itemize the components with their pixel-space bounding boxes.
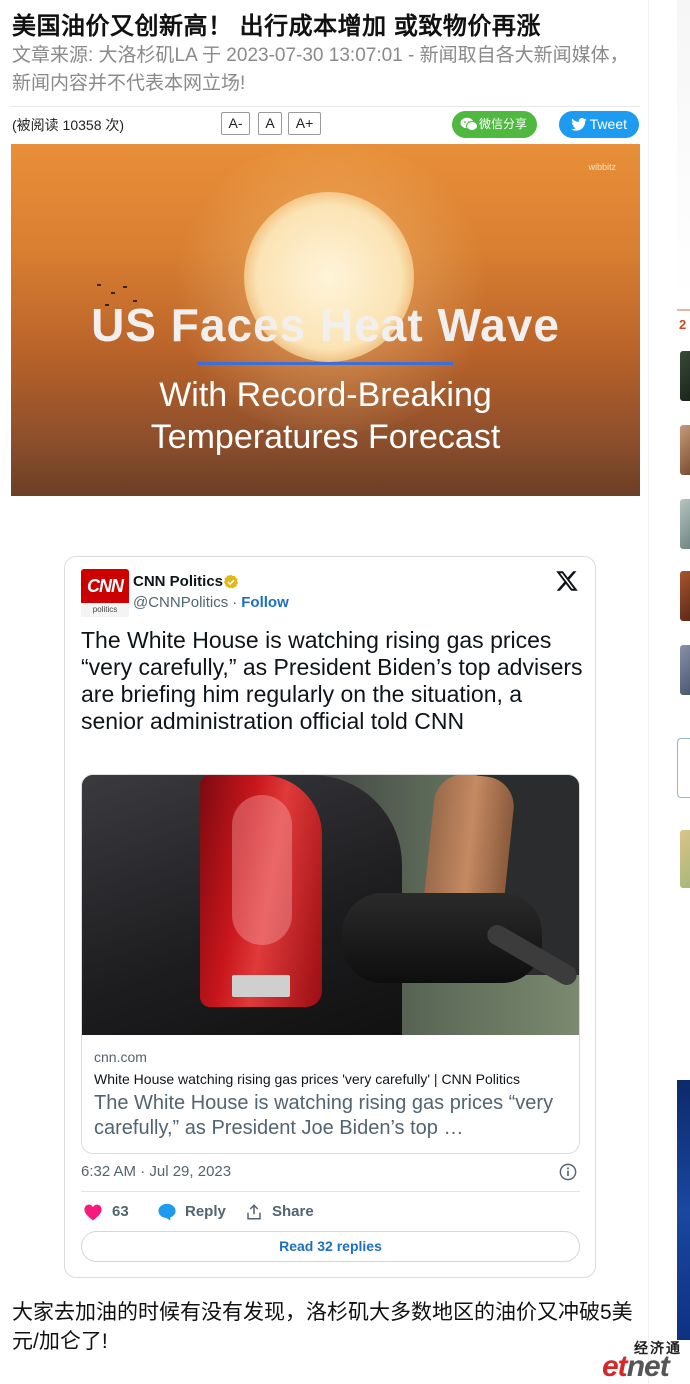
- hero-headline: US Faces Heat Wave: [91, 299, 560, 351]
- tweet-timestamp[interactable]: 6:32 AM · Jul 29, 2023: [81, 1163, 231, 1180]
- bird: [111, 292, 115, 294]
- read-count: (被阅读 10358 次): [12, 117, 125, 133]
- x-logo-icon[interactable]: [555, 569, 579, 593]
- article-toolbar: (被阅读 10358 次) A- A A+ 微信分享 Tweet: [10, 106, 640, 140]
- article-source-meta: 文章来源: 大洛杉矶LA 于 2023-07-30 13:07:01 - 新闻取…: [12, 45, 629, 94]
- hero-subline-1: With Record-Breaking: [159, 376, 492, 414]
- right-sidebar: 2: [648, 0, 690, 1384]
- heart-icon: [84, 1204, 102, 1221]
- link-title[interactable]: White House watching rising gas prices '…: [94, 1071, 520, 1087]
- tweet-text: The White House is watching rising gas p…: [81, 627, 583, 734]
- reply-bubble-icon: [158, 1203, 176, 1221]
- verified-badge-icon: [223, 574, 239, 589]
- tweet-button[interactable]: Tweet: [559, 111, 639, 138]
- etnet-logo-english: etnet: [602, 1350, 670, 1384]
- article: 美国油价又创新高！ 出行成本增加 或致物价再涨 文章来源: 大洛杉矶LA 于 2…: [0, 0, 648, 1384]
- like-action[interactable]: 63: [83, 1202, 143, 1222]
- car-plate-area: [232, 975, 290, 997]
- sidebar-banner: [677, 0, 690, 300]
- reply-action[interactable]: Reply: [157, 1202, 237, 1222]
- link-preview-card[interactable]: cnn.com White House watching rising gas …: [81, 774, 580, 1154]
- video-watermark: wibbitz: [588, 162, 616, 172]
- account-handle-line: @CNNPolitics · Follow: [133, 594, 289, 611]
- wechat-icon: [460, 117, 478, 131]
- sidebar-thumbnail[interactable]: [680, 645, 690, 695]
- gas-pump-photo: [82, 775, 579, 1035]
- font-decrease-button[interactable]: A-: [221, 112, 250, 135]
- reply-label: Reply: [185, 1203, 226, 1220]
- wechat-share-button[interactable]: 微信分享: [452, 111, 537, 138]
- etnet-logo-et: et: [602, 1350, 628, 1383]
- sidebar-rank-number: 2: [677, 309, 690, 339]
- sidebar-box[interactable]: [677, 738, 690, 798]
- embedded-tweet[interactable]: CNN politics CNN Politics @CNNPolitics · F…: [64, 556, 596, 1278]
- read-replies-button[interactable]: Read 32 replies: [81, 1231, 580, 1262]
- sidebar-thumbnail[interactable]: [680, 830, 690, 888]
- font-reset-button[interactable]: A: [258, 112, 282, 135]
- follow-button[interactable]: Follow: [241, 594, 289, 611]
- cnn-politics-avatar[interactable]: CNN politics: [81, 569, 129, 617]
- sidebar-thumbnail[interactable]: [680, 351, 690, 401]
- hero-divider: [197, 362, 453, 365]
- tail-light-reflection: [232, 795, 292, 945]
- sidebar-thumbnail[interactable]: [680, 571, 690, 621]
- sidebar-thumbnail[interactable]: [680, 499, 690, 549]
- account-name[interactable]: CNN Politics: [133, 573, 223, 590]
- cnn-logo-text: CNN: [87, 576, 124, 596]
- share-icon: [247, 1204, 261, 1220]
- info-icon[interactable]: [559, 1163, 577, 1181]
- bird: [97, 284, 101, 286]
- hero-image-heat-wave: wibbitz US Faces Heat Wave With Record-B…: [11, 144, 640, 496]
- sidebar-thumbnail[interactable]: [680, 425, 690, 475]
- divider: [81, 1191, 580, 1192]
- wechat-share-label: 微信分享: [478, 117, 527, 131]
- like-count: 63: [112, 1203, 129, 1220]
- twitter-bird-icon: [571, 118, 587, 131]
- bird: [123, 286, 127, 288]
- etnet-logo-net: net: [626, 1350, 670, 1383]
- sidebar-ad-banner[interactable]: [677, 1080, 690, 1340]
- handle-separator: ·: [232, 594, 238, 611]
- share-action[interactable]: Share: [245, 1202, 325, 1222]
- share-label: Share: [272, 1203, 314, 1220]
- account-handle[interactable]: @CNNPolitics: [133, 594, 228, 611]
- article-body-paragraph: 大家去加油的时候有没有发现，洛杉矶大多数地区的油价又冲破5美元/加仑了!: [12, 1301, 633, 1353]
- tweet-button-label: Tweet: [589, 116, 627, 132]
- politics-logo-text: politics: [81, 603, 129, 617]
- link-description: The White House is watching rising gas p…: [94, 1092, 554, 1139]
- article-title: 美国油价又创新高！ 出行成本增加 或致物价再涨: [12, 13, 541, 40]
- etnet-logo: 经济通 etnet: [602, 1336, 690, 1384]
- font-increase-button[interactable]: A+: [288, 112, 321, 135]
- link-domain: cnn.com: [94, 1049, 147, 1065]
- hero-subline-2: Temperatures Forecast: [150, 418, 501, 456]
